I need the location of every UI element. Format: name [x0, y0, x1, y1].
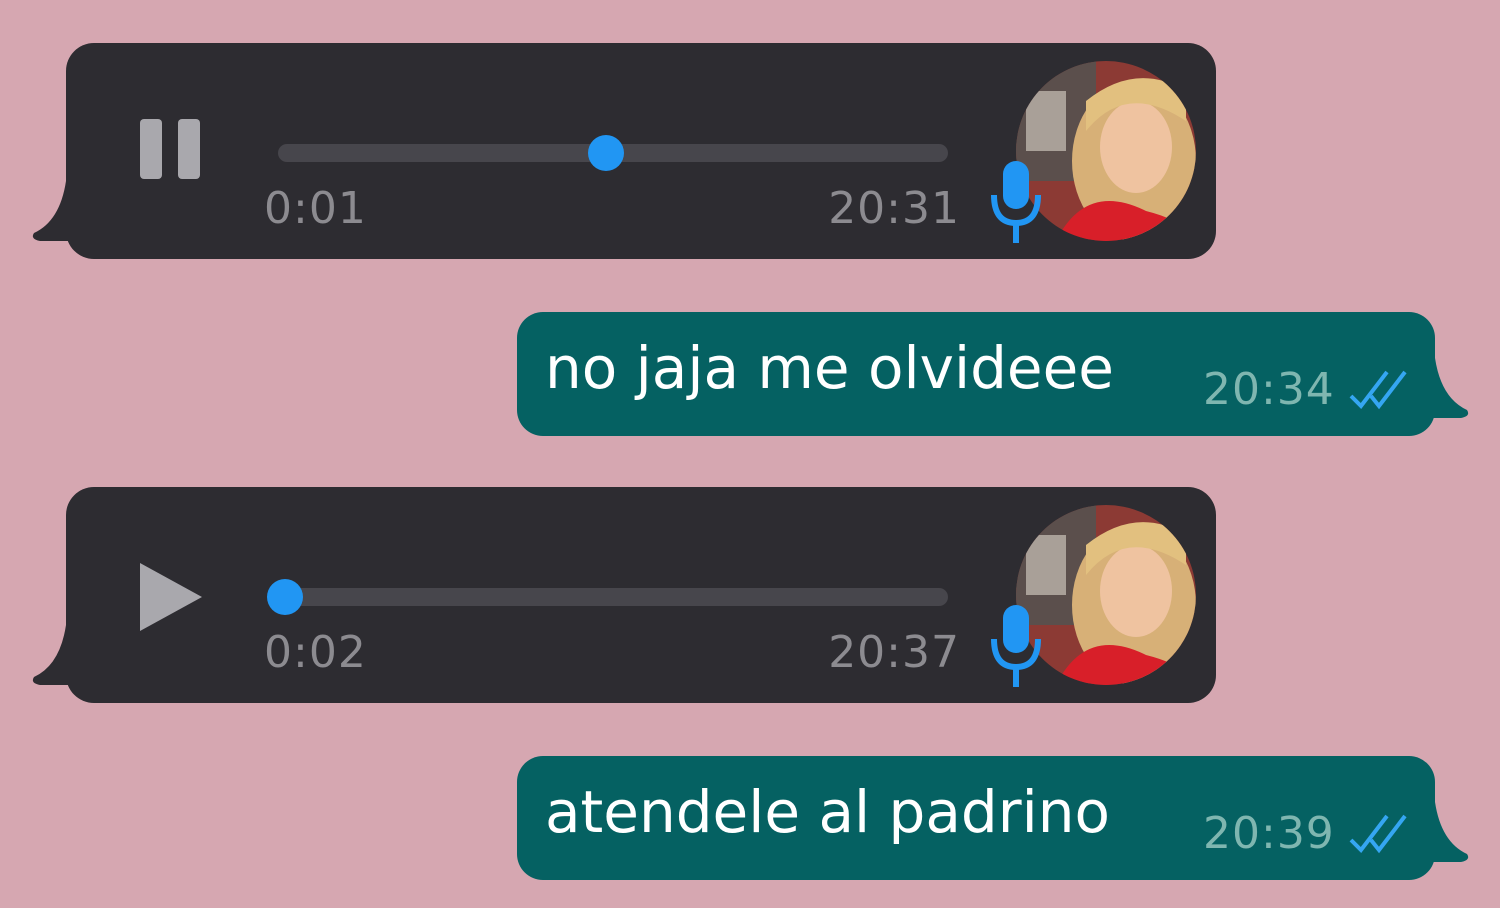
avatar-photo	[1016, 61, 1196, 241]
outgoing-message: atendele al padrino 20:39	[517, 756, 1469, 880]
audio-duration: 0:01	[264, 183, 367, 234]
message-time: 20:34	[1203, 364, 1335, 415]
microphone-icon	[991, 161, 1041, 243]
audio-progress-knob[interactable]	[588, 135, 625, 171]
voice-message: 0:01 20:31	[32, 43, 1216, 259]
bubble-tail	[1411, 802, 1469, 862]
audio-progress-track[interactable]	[278, 135, 948, 171]
play-button[interactable]	[140, 563, 206, 631]
bubble-tail	[32, 625, 90, 685]
message-time: 20:39	[1203, 808, 1335, 859]
pause-icon-bar	[178, 119, 200, 179]
bubble-tail	[1411, 358, 1469, 418]
double-check-icon	[1349, 814, 1407, 854]
avatar[interactable]	[1016, 505, 1196, 685]
audio-duration: 0:02	[264, 627, 367, 678]
pause-icon	[140, 119, 162, 179]
audio-progress-knob[interactable]	[266, 579, 303, 615]
audio-progress-track[interactable]	[266, 579, 948, 615]
outgoing-message: no jaja me olvideee 20:34	[517, 312, 1469, 436]
avatar-photo	[1016, 505, 1196, 685]
bubble-tail	[32, 181, 90, 241]
message-text: no jaja me olvideee	[545, 334, 1114, 402]
microphone-icon	[991, 605, 1041, 687]
double-check-icon	[1349, 370, 1407, 410]
chat-area: 0:01 20:31 no jaja me olvideee 20:34 0:0…	[0, 0, 1500, 908]
pause-button[interactable]	[140, 119, 206, 185]
voice-message: 0:02 20:37	[32, 487, 1216, 703]
avatar[interactable]	[1016, 61, 1196, 241]
play-icon	[140, 563, 202, 631]
message-time: 20:31	[828, 183, 960, 234]
message-text: atendele al padrino	[545, 778, 1110, 846]
message-time: 20:37	[828, 627, 960, 678]
